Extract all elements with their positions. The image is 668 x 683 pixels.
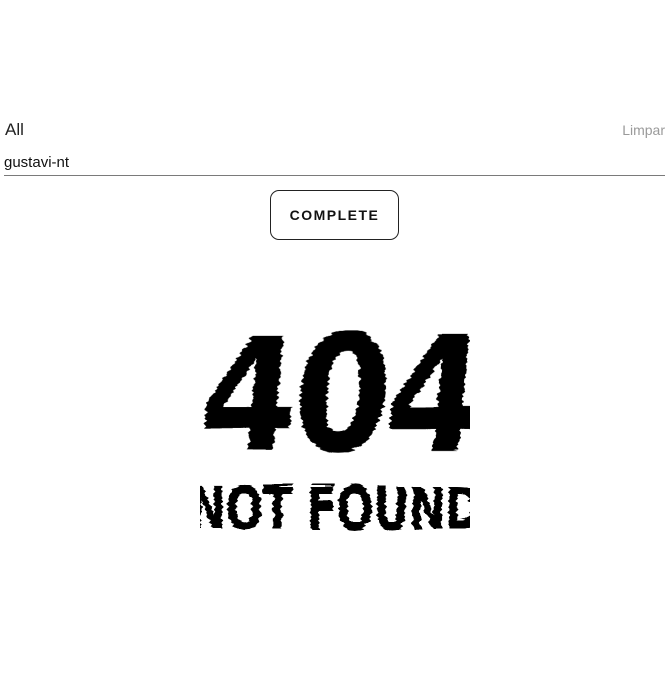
filter-label: All [5, 120, 24, 139]
error-message: NOT FOUND [200, 474, 470, 540]
not-found-illustration: 404 NOT FOUND [200, 302, 470, 540]
complete-button[interactable]: COMPLETE [270, 190, 399, 240]
search-field [4, 151, 665, 176]
search-input[interactable] [4, 151, 665, 173]
filter-row: All Limpar [5, 117, 665, 143]
error-code: 404 [200, 302, 470, 488]
clear-button[interactable]: Limpar [622, 122, 665, 138]
